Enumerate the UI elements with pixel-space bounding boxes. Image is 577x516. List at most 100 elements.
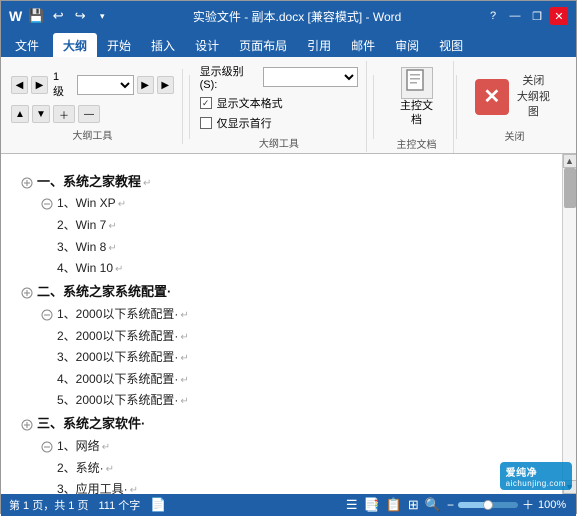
quick-undo-icon[interactable]: ↩	[50, 8, 66, 24]
zoom-slider[interactable]	[458, 502, 518, 508]
outline-item-12: 1、网络↵	[21, 436, 556, 458]
zoom-handle[interactable]	[483, 500, 493, 510]
tab-view[interactable]: 视图	[429, 33, 473, 57]
level-select[interactable]: 1 级 2 级 3 级	[77, 75, 134, 95]
outline-item-2: 2、Win 7↵	[21, 215, 556, 237]
outline-item-3: 3、Win 8↵	[21, 237, 556, 259]
move-down-button[interactable]: ▼	[32, 105, 50, 123]
doc-page: 一、系统之家教程↵1、Win XP↵ 2、Win 7↵ 3、Win 8↵ 4、W…	[1, 154, 576, 494]
tab-home[interactable]: 开始	[97, 33, 141, 57]
outline-nav-group: ◀ ▶ 1 级 1 级 2 级 3 级 ▶ ▶ ▲ ▼ ＋ ― 大纲工具	[7, 69, 183, 144]
show-level-group: 显示级别(S): 1级 2级 所有级别 显示文本格式 仅显示首行 大纲工具	[196, 61, 367, 152]
outline-item-1: 1、Win XP↵	[21, 193, 556, 215]
expand-button[interactable]: ▶	[137, 76, 154, 94]
move-up-button[interactable]: ▲	[11, 105, 29, 123]
expand-right-button[interactable]: ▶	[157, 76, 174, 94]
tab-mailings[interactable]: 邮件	[341, 33, 385, 57]
demote-heading-button[interactable]: ▶	[31, 76, 48, 94]
outline-item-14: 3、应用工具·↵	[21, 479, 556, 493]
outline-text: 1、2000以下系统配置·	[57, 304, 178, 326]
outline-text: 5、2000以下系统配置·	[57, 390, 178, 412]
outline-text: 二、系统之家系统配置·	[37, 280, 171, 303]
outline-text: 三、系统之家软件·	[37, 412, 145, 435]
tab-insert[interactable]: 插入	[141, 33, 185, 57]
close-group-label: 关闭	[505, 128, 525, 143]
master-doc-icon	[401, 67, 433, 99]
expand-icon[interactable]	[21, 284, 37, 304]
master-doc-group: 主控文档 主控文档	[380, 61, 454, 153]
tab-layout[interactable]: 页面布局	[229, 33, 297, 57]
outline-item-4: 4、Win 10↵	[21, 258, 556, 280]
zoom-level: 100%	[538, 499, 568, 511]
outline-suffix: ↵	[143, 175, 151, 193]
outline-suffix: ↵	[118, 196, 126, 214]
zoom-icon[interactable]: 🔍	[425, 497, 441, 513]
promote-heading-button[interactable]: ◀	[11, 76, 28, 94]
outline-text: 4、2000以下系统配置·	[57, 369, 178, 391]
tab-design[interactable]: 设计	[185, 33, 229, 57]
scroll-up-arrow[interactable]: ▲	[563, 154, 577, 168]
ribbon-tabs: 大纲 文件 开始 插入 设计 页面布局 引用 邮件 审阅 视图	[1, 31, 576, 57]
expand-icon[interactable]	[21, 174, 37, 194]
quick-redo-icon[interactable]: ↪	[72, 8, 88, 24]
outline-text: 2、Win 7	[57, 215, 106, 237]
doc-scroll-area[interactable]: 一、系统之家教程↵1、Win XP↵ 2、Win 7↵ 3、Win 8↵ 4、W…	[1, 154, 576, 494]
show-level-select[interactable]: 1级 2级 所有级别	[263, 67, 358, 87]
zoom-minus[interactable]: −	[447, 498, 454, 512]
vertical-scrollbar[interactable]: ▲ ▼	[562, 154, 576, 494]
scroll-thumb[interactable]	[564, 168, 576, 208]
doc-icon-1[interactable]: 📄	[150, 497, 166, 513]
outline-item-13: 2、系统·↵	[21, 458, 556, 480]
view-icon-1[interactable]: ☰	[346, 497, 358, 513]
minimize-button[interactable]: —	[506, 7, 524, 25]
close-outline-icon: ✕	[475, 79, 509, 115]
tab-file[interactable]: 文件	[5, 33, 49, 57]
outline-text: 一、系统之家教程	[37, 170, 141, 193]
quick-access-dropdown[interactable]: ▾	[94, 8, 110, 24]
collapse-icon[interactable]	[41, 195, 57, 215]
outline-text: 2、2000以下系统配置·	[57, 326, 178, 348]
outline-suffix: ↵	[115, 261, 123, 279]
only-first-line-checkbox[interactable]	[200, 117, 212, 129]
word-count: 111 个字	[98, 497, 140, 513]
scroll-track[interactable]	[563, 168, 576, 480]
tab-outline[interactable]: 大纲	[53, 33, 97, 57]
watermark: 爱纯净 aichunjing.com	[500, 462, 572, 490]
close-button[interactable]: ✕	[550, 7, 568, 25]
zoom-plus[interactable]: ＋	[522, 496, 534, 513]
close-outline-label-line1: 关闭	[513, 74, 554, 89]
collapse-all-button[interactable]: ―	[78, 105, 100, 123]
view-icon-2[interactable]: 📑	[364, 497, 380, 513]
restore-button[interactable]: ❒	[528, 7, 546, 25]
zoom-bar: − ＋ 100%	[447, 496, 568, 513]
outline-item-6: 1、2000以下系统配置·↵	[21, 304, 556, 326]
view-icon-3[interactable]: 📋	[386, 497, 402, 513]
expand-all-button[interactable]: ＋	[53, 105, 75, 123]
outline-group-label: 大纲工具	[11, 127, 174, 142]
outline-item-8: 3、2000以下系统配置·↵	[21, 347, 556, 369]
tab-review[interactable]: 审阅	[385, 33, 429, 57]
expand-icon[interactable]	[21, 416, 37, 436]
master-doc-label: 主控文档	[396, 99, 437, 128]
close-outline-button[interactable]: ✕ 关闭 大纲视图	[467, 70, 562, 124]
quick-save-icon[interactable]: 💾	[28, 8, 44, 24]
view-icon-4[interactable]: ⊞	[408, 497, 419, 513]
outline-tools-group-label: 大纲工具	[200, 135, 358, 150]
tab-references[interactable]: 引用	[297, 33, 341, 57]
title-bar: W 💾 ↩ ↪ ▾ 实验文件 - 副本.docx [兼容模式] - Word ?…	[1, 1, 576, 31]
collapse-icon[interactable]	[41, 306, 57, 326]
help-button[interactable]: ?	[484, 7, 502, 25]
only-first-line-row: 仅显示首行	[200, 115, 358, 131]
show-text-format-checkbox[interactable]	[200, 97, 212, 109]
ribbon-content: ◀ ▶ 1 级 1 级 2 级 3 级 ▶ ▶ ▲ ▼ ＋ ― 大纲工具	[1, 57, 576, 154]
outline-item-11: 三、系统之家软件·	[21, 412, 556, 436]
collapse-icon[interactable]	[41, 438, 57, 458]
master-doc-button[interactable]: 主控文档	[388, 63, 445, 132]
outline-item-0: 一、系统之家教程↵	[21, 170, 556, 194]
title-bar-left: W 💾 ↩ ↪ ▾	[9, 8, 110, 24]
outline-text: 1、网络	[57, 436, 100, 458]
outline-item-10: 5、2000以下系统配置·↵	[21, 390, 556, 412]
outline-text: 2、系统·	[57, 458, 104, 480]
show-level-label: 显示级别(S):	[200, 63, 259, 91]
show-level-row: 显示级别(S): 1级 2级 所有级别	[200, 63, 358, 91]
